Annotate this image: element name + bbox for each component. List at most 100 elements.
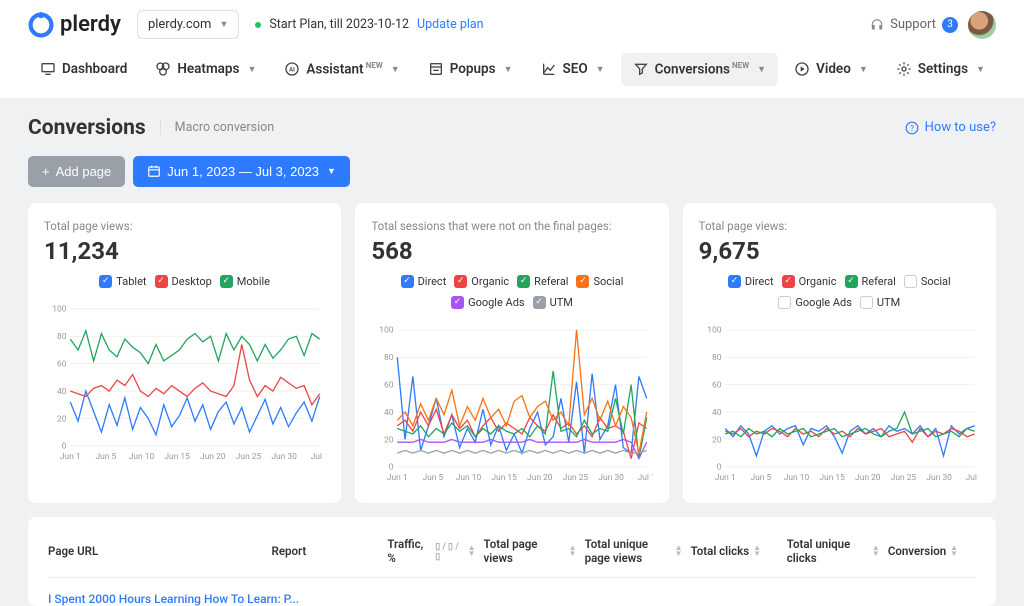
legend-item[interactable]: ✓Organic (782, 275, 837, 288)
logo[interactable]: plerdy (28, 12, 121, 38)
page-header: Conversions Macro conversion ? How to us… (0, 98, 1024, 148)
header: plerdy plerdy.com ▼ Start Plan, till 202… (0, 0, 1024, 49)
support-link[interactable]: Support 3 (870, 17, 958, 33)
column-header[interactable]: Conversion ▲▼ (888, 537, 976, 565)
headset-icon (870, 18, 884, 32)
legend-item[interactable]: ✓Google Ads (451, 296, 525, 309)
page-url-link[interactable]: I Spent 2000 Hours Learning How To Learn… (48, 592, 299, 606)
column-header[interactable]: Traffic, %▯ / ▯ / ▯ ▲▼ (387, 537, 475, 565)
svg-text:20: 20 (712, 435, 722, 445)
checkbox-icon[interactable] (904, 275, 917, 288)
play-icon (794, 61, 810, 77)
checkbox-icon[interactable]: ✓ (782, 275, 795, 288)
checkbox-icon[interactable]: ✓ (533, 296, 546, 309)
add-page-button[interactable]: + Add page (28, 156, 125, 187)
ai-icon: AI (284, 61, 300, 77)
legend-item[interactable]: ✓UTM (533, 296, 573, 309)
nav-item-video[interactable]: Video ▼ (782, 53, 880, 86)
column-header[interactable]: Total clicks ▲▼ (691, 537, 779, 565)
legend-item[interactable]: Social (904, 275, 951, 288)
table-header: Page URL ReportTraffic, %▯ / ▯ / ▯ ▲▼ Tota… (48, 537, 976, 578)
table-row: I Spent 2000 Hours Learning How To Learn… (48, 578, 976, 606)
legend-item[interactable]: Google Ads (778, 296, 852, 309)
checkbox-icon[interactable]: ✓ (155, 275, 168, 288)
legend-item[interactable]: UTM (860, 296, 900, 309)
sort-icon: ▲▼ (468, 545, 476, 557)
column-header[interactable]: Page URL (48, 537, 264, 565)
nav-item-seo[interactable]: SEO ▼ (529, 53, 617, 86)
nav-label: Settings (918, 61, 968, 77)
svg-text:0: 0 (389, 462, 394, 472)
domain-label: plerdy.com (148, 17, 212, 32)
domain-selector[interactable]: plerdy.com ▼ (137, 10, 239, 39)
svg-text:0: 0 (62, 441, 67, 451)
column-header[interactable]: Total unique clicks ▲▼ (787, 537, 880, 565)
svg-text:80: 80 (384, 353, 394, 363)
svg-text:Jul 1: Jul 1 (638, 472, 653, 482)
nav-item-settings[interactable]: Settings ▼ (884, 53, 997, 86)
checkbox-icon[interactable] (778, 296, 791, 309)
svg-text:Jun 20: Jun 20 (200, 451, 226, 461)
checkbox-icon[interactable] (860, 296, 873, 309)
nav-item-assistant[interactable]: AI AssistantNEW ▼ (272, 53, 411, 86)
svg-text:60: 60 (712, 380, 722, 390)
card-label: Total page views: (699, 219, 980, 233)
nav-item-popups[interactable]: Popups ▼ (416, 53, 525, 86)
chart-card-1: Total sessions that were not on the fina… (355, 203, 668, 503)
support-label: Support (890, 17, 936, 32)
checkbox-icon[interactable]: ✓ (99, 275, 112, 288)
chart-card-2: Total page views: 9,675 ✓Direct✓Organic✓… (683, 203, 996, 503)
checkbox-icon[interactable]: ✓ (401, 275, 414, 288)
gear-icon (896, 61, 912, 77)
chart: 020406080100Jun 1Jun 5Jun 10Jun 15Jun 20… (44, 298, 325, 468)
card-value: 9,675 (699, 237, 980, 265)
svg-text:Jun 20: Jun 20 (855, 472, 881, 482)
chevron-down-icon: ▼ (976, 64, 985, 75)
svg-text:100: 100 (707, 325, 721, 335)
svg-text:40: 40 (57, 386, 67, 396)
checkbox-icon[interactable]: ✓ (220, 275, 233, 288)
sort-icon: ▲▼ (753, 545, 761, 557)
checkbox-icon[interactable]: ✓ (576, 275, 589, 288)
card-value: 568 (371, 237, 652, 265)
checkbox-icon[interactable]: ✓ (451, 296, 464, 309)
checkbox-icon[interactable]: ✓ (728, 275, 741, 288)
svg-text:80: 80 (712, 353, 722, 363)
svg-text:Jun 30: Jun 30 (599, 472, 625, 482)
legend-item[interactable]: ✓Referal (845, 275, 896, 288)
legend-item[interactable]: ✓Social (576, 275, 623, 288)
svg-text:Jun 1: Jun 1 (715, 472, 736, 482)
chevron-down-icon: ▼ (219, 19, 228, 30)
legend-item[interactable]: ✓Direct (728, 275, 774, 288)
checkbox-icon[interactable]: ✓ (454, 275, 467, 288)
legend-item[interactable]: ✓Desktop (155, 275, 212, 288)
logo-text: plerdy (60, 12, 121, 37)
date-range-button[interactable]: Jun 1, 2023 — Jul 3, 2023 ▼ (133, 156, 350, 187)
column-header[interactable]: Report (272, 537, 380, 565)
avatar[interactable] (968, 11, 996, 39)
checkbox-icon[interactable]: ✓ (845, 275, 858, 288)
chevron-down-icon: ▼ (247, 64, 256, 75)
controls-row: + Add page Jun 1, 2023 — Jul 3, 2023 ▼ (0, 148, 1024, 203)
legend-item[interactable]: ✓Organic (454, 275, 509, 288)
status-dot-icon (255, 22, 261, 28)
nav-label: Heatmaps (177, 61, 239, 77)
legend-item[interactable]: ✓Referal (517, 275, 568, 288)
legend-item[interactable]: ✓Tablet (99, 275, 146, 288)
svg-text:Jun 25: Jun 25 (890, 472, 916, 482)
nav-item-heatmaps[interactable]: Heatmaps ▼ (143, 53, 268, 86)
column-header[interactable]: Total unique page views ▲▼ (585, 537, 683, 565)
nav-item-dashboard[interactable]: Dashboard (28, 53, 139, 86)
nav-item-conversions[interactable]: ConversionsNEW ▼ (621, 53, 778, 86)
nav-label: Video (816, 61, 851, 77)
how-to-link[interactable]: ? How to use? (905, 120, 996, 135)
svg-text:60: 60 (57, 359, 67, 369)
help-icon: ? (905, 121, 919, 135)
column-header[interactable]: Total page views ▲▼ (484, 537, 577, 565)
legend-item[interactable]: ✓Direct (401, 275, 447, 288)
update-plan-link[interactable]: Update plan (417, 17, 484, 32)
svg-text:40: 40 (712, 407, 722, 417)
legend-item[interactable]: ✓Mobile (220, 275, 270, 288)
plan-text: Start Plan, till 2023-10-12 (269, 17, 409, 32)
checkbox-icon[interactable]: ✓ (517, 275, 530, 288)
